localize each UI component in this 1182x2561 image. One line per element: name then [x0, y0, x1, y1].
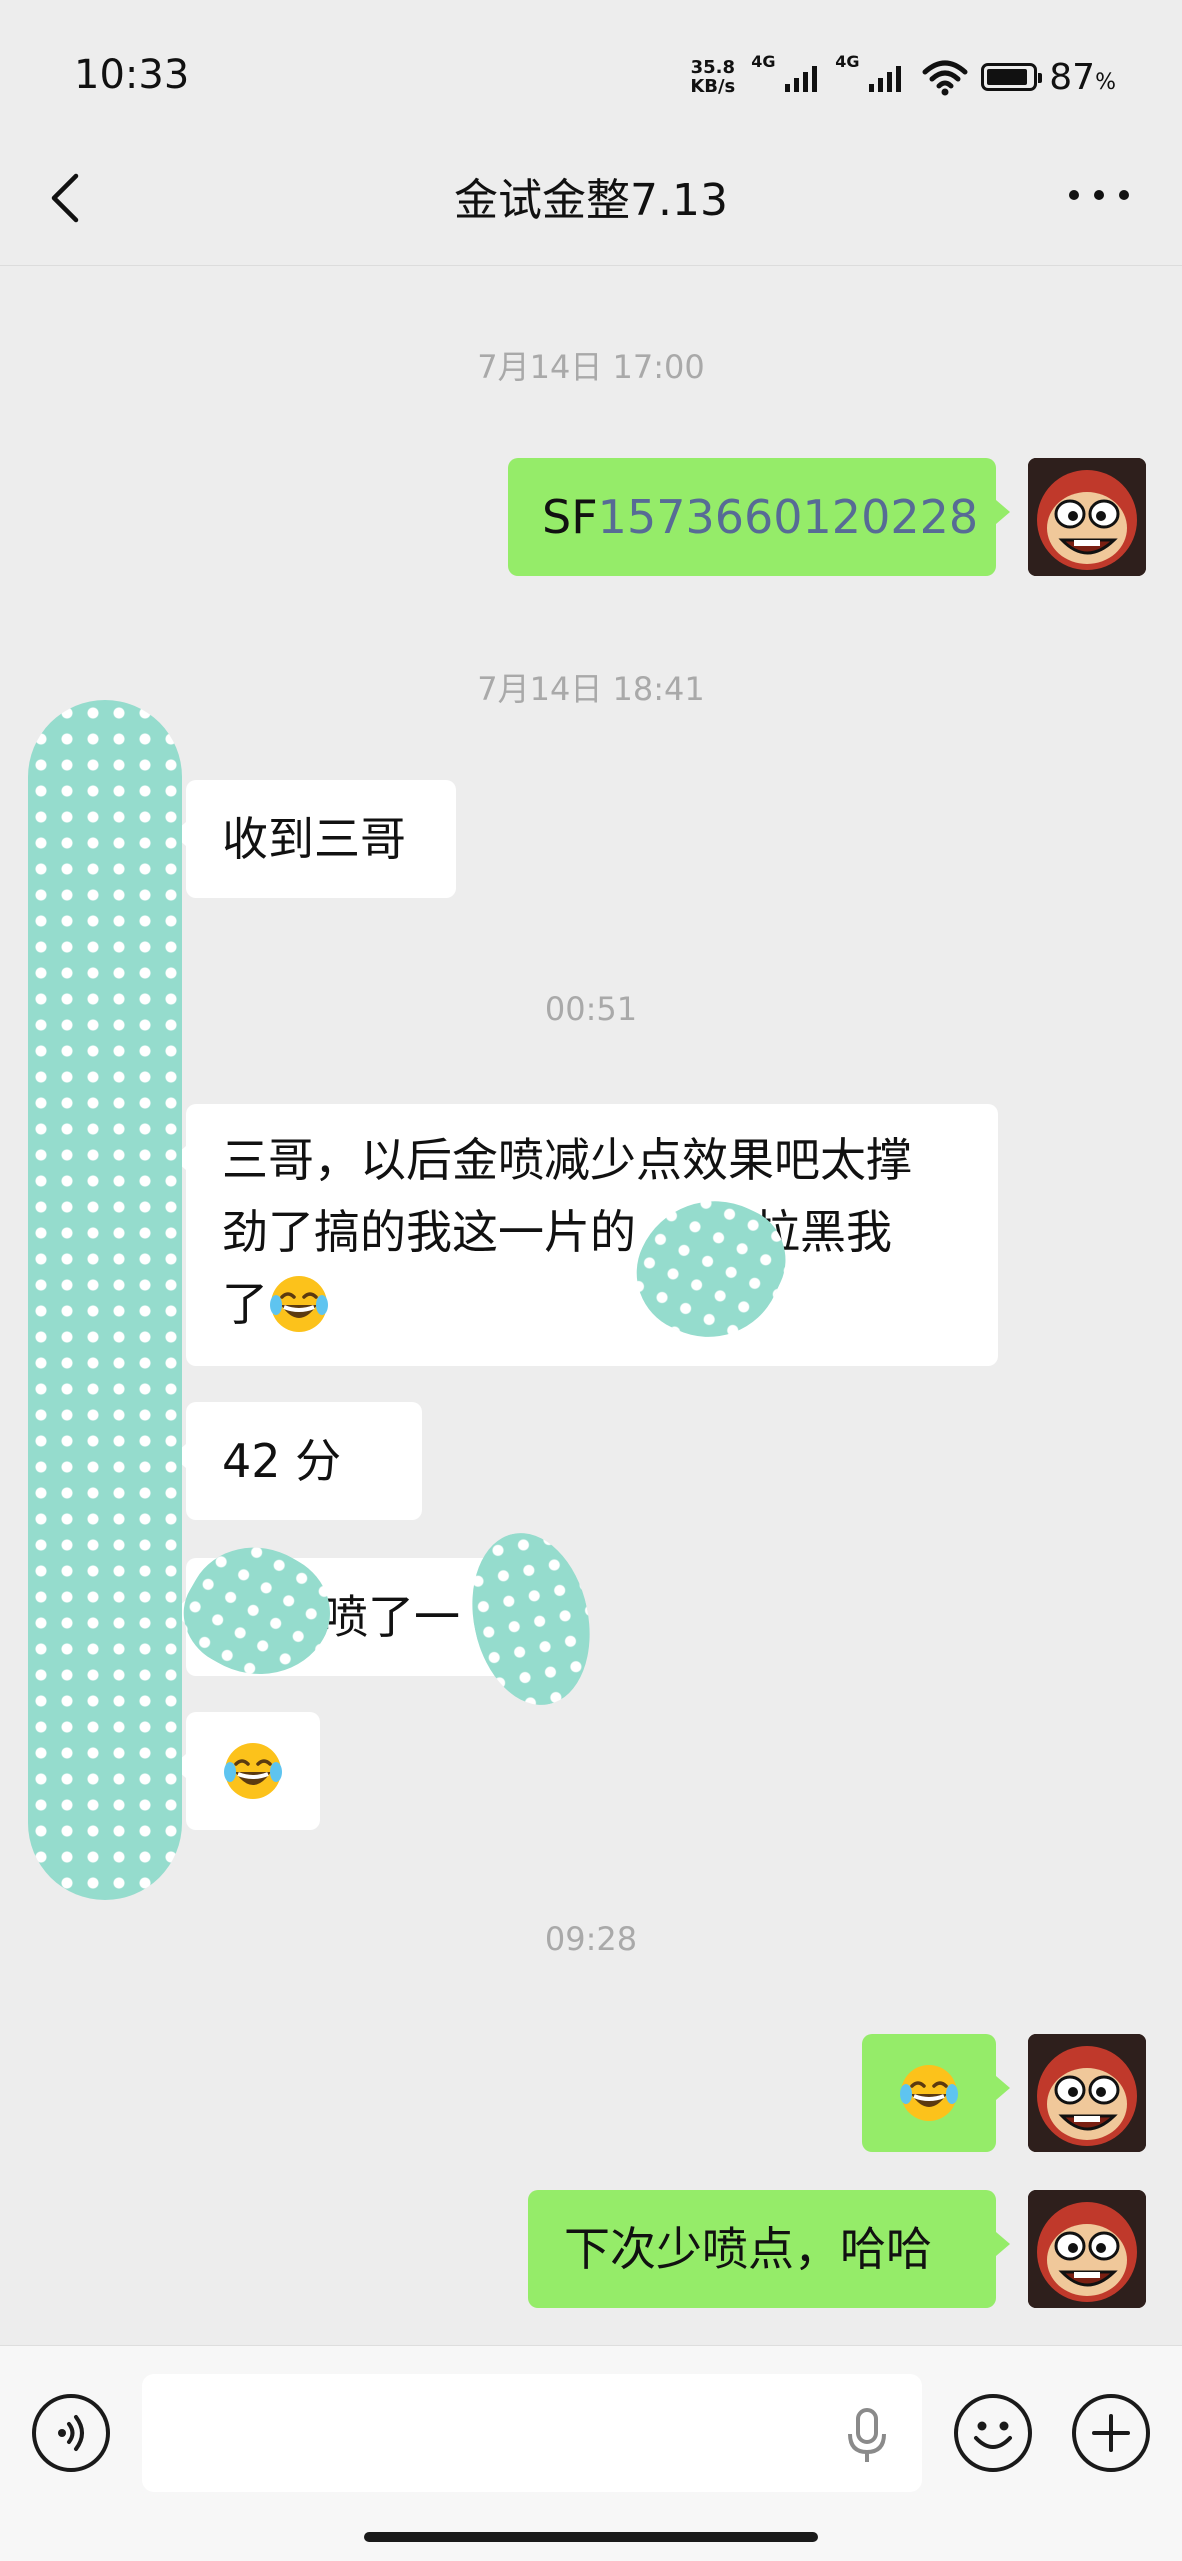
- battery-icon: [981, 63, 1043, 91]
- laughing-tears-emoji-icon: [900, 2065, 958, 2121]
- message-text-line: 三哥，以后金喷减少点效果吧太撑: [222, 1133, 912, 1187]
- monkey-avatar-icon: [1028, 2034, 1146, 2152]
- voice-icon[interactable]: [32, 2394, 110, 2472]
- message-bubble-incoming[interactable]: 三哥，以后金喷减少点效果吧太撑 劲了搞的我这一片的 都拉黑我 了: [172, 1104, 998, 1366]
- emoji-icon[interactable]: [954, 2394, 1032, 2472]
- plus-icon[interactable]: [1072, 2394, 1150, 2472]
- message-text-segment: 劲了搞的我这一片的: [222, 1205, 636, 1259]
- battery-percent-value: 87: [1049, 56, 1096, 98]
- avatar[interactable]: [1028, 2190, 1146, 2308]
- message-bubble-outgoing[interactable]: [862, 2034, 1010, 2152]
- signal-type-label: 4G: [751, 52, 776, 71]
- privacy-mask: [457, 1522, 605, 1716]
- tracking-prefix: SF: [542, 490, 598, 544]
- monkey-avatar-icon: [1028, 2190, 1146, 2308]
- message-text-line: 了: [222, 1268, 962, 1340]
- avatar[interactable]: [1028, 2034, 1146, 2152]
- more-dots-icon[interactable]: [1064, 170, 1134, 220]
- chat-title: 金试金整7.13: [454, 175, 728, 226]
- message-text: 收到三哥: [222, 812, 406, 866]
- mic-icon[interactable]: [842, 2406, 892, 2466]
- network-speed: 35.8 KB/s: [690, 58, 735, 96]
- message-bubble-incoming[interactable]: 收到三哥: [172, 780, 456, 898]
- signal-type-label: 4G: [835, 52, 860, 71]
- cell-signal-icon: 4G: [751, 52, 818, 92]
- avatar[interactable]: [1028, 458, 1146, 576]
- message-bubble-incoming[interactable]: 42 分钟: [172, 1402, 422, 1606]
- network-speed-unit: KB/s: [690, 76, 736, 97]
- input-bar: [0, 2345, 1182, 2561]
- message-bubble-incoming[interactable]: [172, 1712, 320, 1830]
- message-bubble-outgoing[interactable]: SF1573660120228: [508, 458, 1010, 576]
- message-bubble-outgoing[interactable]: 下次少喷点，哈哈: [528, 2190, 1010, 2308]
- message-timestamp: 7月14日 17:00: [477, 348, 705, 386]
- battery-percent: 87%: [1049, 57, 1116, 98]
- wifi-icon: [922, 60, 968, 96]
- cell-signal-icon: 4G: [835, 52, 902, 92]
- monkey-avatar-icon: [1028, 458, 1146, 576]
- battery-percent-unit: %: [1095, 69, 1116, 95]
- message-text-segment: 了: [222, 1277, 268, 1331]
- message-timestamp: 09:28: [544, 1920, 638, 1958]
- laughing-tears-emoji-icon: [224, 1743, 282, 1799]
- chat-header: 金试金整7.13: [0, 150, 1182, 266]
- home-indicator[interactable]: [364, 2532, 818, 2542]
- laughing-tears-emoji-icon: [270, 1275, 328, 1332]
- message-input[interactable]: [142, 2374, 922, 2492]
- status-bar: 10:33 35.8 KB/s 4G 4G 87%: [0, 0, 1182, 150]
- status-time: 10:33: [74, 52, 190, 98]
- network-speed-value: 35.8: [690, 57, 735, 78]
- status-indicators: 35.8 KB/s 4G 4G 87%: [690, 52, 1116, 102]
- privacy-mask: [28, 700, 182, 1900]
- message-timestamp: 7月14日 18:41: [477, 670, 705, 708]
- message-text: 下次少喷点，哈哈: [564, 2222, 932, 2276]
- message-text-line: 劲了搞的我这一片的 都拉黑我: [222, 1196, 962, 1268]
- tracking-number-link[interactable]: 1573660120228: [598, 490, 978, 544]
- message-text: 喷了一: [322, 1590, 460, 1644]
